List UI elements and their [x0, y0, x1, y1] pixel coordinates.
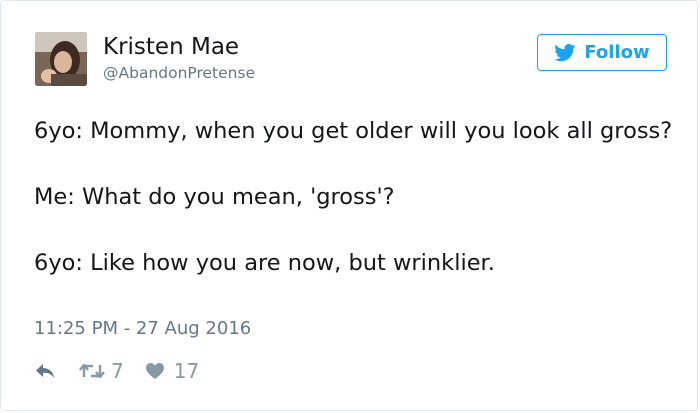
tweet-actions: 7 17: [34, 357, 199, 385]
tweet-card: Kristen Mae @AbandonPretense Follow 6yo:…: [0, 0, 698, 411]
like-count: 17: [173, 359, 200, 383]
reply-button[interactable]: [34, 362, 56, 380]
reply-icon: [36, 364, 54, 378]
follow-label: Follow: [584, 42, 650, 63]
retweet-count: 7: [111, 359, 124, 383]
tweet-line-1: 6yo: Mommy, when you get older will you …: [34, 118, 673, 144]
heart-icon: [145, 363, 164, 379]
follow-button[interactable]: Follow: [537, 34, 667, 71]
retweet-icon: [79, 363, 105, 379]
twitter-bird-icon: [554, 43, 576, 61]
avatar-photo: [35, 32, 87, 86]
author-avatar[interactable]: [35, 32, 87, 86]
like-button[interactable]: 17: [145, 359, 199, 383]
author-name[interactable]: Kristen Mae: [103, 33, 239, 61]
tweet-timestamp[interactable]: 11:25 PM - 27 Aug 2016: [34, 318, 251, 340]
author-handle[interactable]: @AbandonPretense: [103, 63, 255, 83]
tweet-line-2: Me: What do you mean, 'gross'?: [34, 184, 395, 210]
tweet-line-3: 6yo: Like how you are now, but wrinklier…: [34, 250, 495, 276]
retweet-button[interactable]: 7: [79, 359, 124, 383]
tweet-text: 6yo: Mommy, when you get older will you …: [34, 115, 674, 280]
